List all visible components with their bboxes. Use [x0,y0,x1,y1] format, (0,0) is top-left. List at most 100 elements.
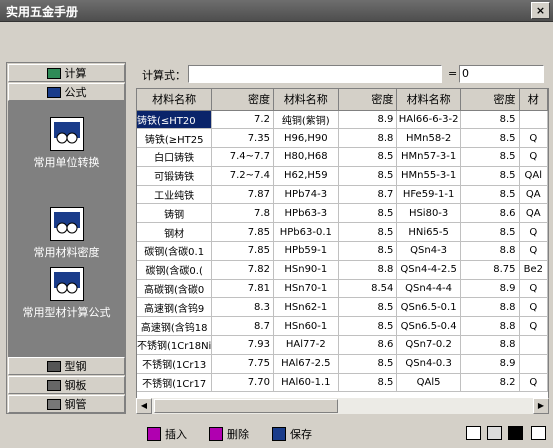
table-cell[interactable]: HAl60-1.1 [273,373,339,393]
table-row[interactable]: 可锻铸铁 7.2~7.4 H62,H59 8.5 HMn55-3-1 8.5 QAl [137,166,548,186]
table-row[interactable]: 不锈钢(1Cr18Ni 7.93 HAl77-2 8.6 QSn7-0.2 8.8 [137,335,548,355]
table-cell[interactable]: 8.5 [460,166,520,186]
table-cell[interactable]: HAl66-6-3-2 [396,110,461,130]
table-row[interactable]: 碳钢(含碳0.1 7.85 HPb59-1 8.5 QSn4-3 8.8 Q [137,241,548,261]
table-cell[interactable]: HSn62-1 [273,297,339,318]
notes-icon[interactable] [531,426,546,440]
table-cell[interactable]: 7.93 [211,335,274,355]
table-cell[interactable]: HPb59-1 [273,241,339,261]
table-cell[interactable]: Q [519,241,548,261]
sidebar-formula-button[interactable]: 公式 [8,83,125,101]
table-cell[interactable]: 7.82 [211,260,274,280]
table-cell[interactable]: 8.5 [338,241,398,261]
column-header[interactable]: 密度 [211,89,274,111]
delete-button[interactable]: 删除 [209,426,249,442]
copy-icon[interactable] [466,426,481,440]
table-cell[interactable]: HMn58-2 [396,128,461,149]
table-cell[interactable]: 8.2 [460,373,520,393]
table-cell[interactable]: QAl [519,166,548,186]
profile-formula-item[interactable]: 常用型材计算公式 [8,267,125,320]
table-row[interactable]: 铸铁(≤HT20 7.2 纯铜(紫铜) 8.9 HAl66-6-3-2 8.5 [137,110,548,130]
table-cell[interactable]: 8.5 [460,185,520,205]
table-cell[interactable]: 铸铁(≥HT25 [137,128,213,149]
table-cell[interactable]: HSn90-1 [273,260,339,280]
table-cell[interactable]: Q [519,147,548,167]
formula-input[interactable] [188,65,442,83]
table-row[interactable]: 高速钢(含钨18 8.7 HSn60-1 8.5 QSn6.5-0.4 8.8 Q [137,316,548,337]
column-header[interactable]: 材料名称 [396,89,461,111]
table-row[interactable]: 不锈钢(1Cr17 7.70 HAl60-1.1 8.5 QAl5 8.2 Q [137,373,548,393]
table-cell[interactable]: 铸钢 [137,203,213,224]
table-row[interactable]: 不锈钢(1Cr13 7.75 HAl67-2.5 8.5 QSn4-0.3 8.9 [137,354,548,374]
lock-icon[interactable] [508,426,523,440]
table-cell[interactable]: 高速钢(含钨18 [137,316,213,337]
table-cell[interactable]: 7.75 [211,354,274,374]
table-cell[interactable]: 碳钢(含碳0.( [137,260,213,280]
column-header[interactable]: 密度 [460,89,520,111]
table-cell[interactable]: HSn70-1 [273,279,339,299]
table-row[interactable]: 工业纯铁 7.87 HPb74-3 8.7 HFe59-1-1 8.5 QA [137,185,548,205]
table-cell[interactable]: Q [519,222,548,243]
table-cell[interactable]: 不锈钢(1Cr17 [137,373,213,393]
table-row[interactable]: 碳钢(含碳0.(7.82 HSn90-1 8.8 QSn4-4-2.5 8.75 Be2 [137,260,548,280]
table-cell[interactable]: QSn7-0.2 [396,335,461,355]
table-cell[interactable]: 8.3 [211,297,274,318]
table-cell[interactable]: QSn6.5-0.1 [396,297,461,318]
table-cell[interactable]: 工业纯铁 [137,185,213,205]
table-cell[interactable]: 7.35 [211,128,274,149]
table-cell[interactable]: QSn4-0.3 [396,354,461,374]
scroll-left-button[interactable]: ◀ [136,398,152,414]
table-cell[interactable]: 7.85 [211,241,274,261]
table-cell[interactable]: HNi65-5 [396,222,461,243]
close-button[interactable]: × [531,2,550,19]
table-row[interactable]: 铸铁(≥HT25 7.35 H96,H90 8.8 HMn58-2 8.5 Q [137,128,548,149]
table-cell[interactable]: 8.7 [338,185,398,205]
sidebar-calc-button[interactable]: 计算 [8,64,125,82]
table-cell[interactable]: 白口铸铁 [137,147,213,167]
scroll-thumb[interactable] [154,399,338,413]
table-cell[interactable]: HMn57-3-1 [396,147,461,167]
column-header[interactable]: 材料名称 [137,89,213,111]
table-cell[interactable]: 铸铁(≤HT20 [137,110,213,130]
save-button[interactable]: 保存 [272,426,312,442]
table-cell[interactable]: 8.5 [338,166,398,186]
result-field[interactable]: 0 [459,65,544,83]
table-cell[interactable]: 可锻铸铁 [137,166,213,186]
table-cell[interactable]: 8.5 [460,222,520,243]
table-cell[interactable]: 8.8 [460,297,520,318]
table-cell[interactable]: Q [519,297,548,318]
table-cell[interactable]: 8.6 [460,203,520,224]
table-cell[interactable]: 7.85 [211,222,274,243]
table-cell[interactable]: 8.6 [338,335,398,355]
table-cell[interactable]: 8.5 [338,316,398,337]
table-cell[interactable]: QSn4-4-4 [396,279,461,299]
table-cell[interactable]: 7.81 [211,279,274,299]
table-cell[interactable]: QA [519,185,548,205]
table-cell[interactable]: 高碳钢(含碳0 [137,279,213,299]
horizontal-scrollbar[interactable]: ◀ ▶ [136,398,549,414]
column-header[interactable]: 材料名称 [273,89,339,111]
table-cell[interactable]: 纯铜(紫铜) [273,110,339,130]
table-cell[interactable]: 8.5 [338,203,398,224]
table-cell[interactable]: 8.8 [460,335,520,355]
table-cell[interactable]: 8.5 [460,128,520,149]
sidebar-section-steel-button[interactable]: 型钢 [8,357,125,375]
table-cell[interactable]: 7.70 [211,373,274,393]
table-cell[interactable]: Q [519,279,548,299]
scroll-right-button[interactable]: ▶ [533,398,549,414]
table-cell[interactable]: 7.4~7.7 [211,147,274,167]
table-cell[interactable]: QSn6.5-0.4 [396,316,461,337]
table-cell[interactable]: 8.9 [460,279,520,299]
table-cell[interactable]: HMn55-3-1 [396,166,461,186]
table-cell[interactable]: 8.8 [460,316,520,337]
table-cell[interactable]: 7.2 [211,110,274,130]
table-cell[interactable]: 7.87 [211,185,274,205]
table-cell[interactable]: 7.2~7.4 [211,166,274,186]
table-cell[interactable]: QAl5 [396,373,461,393]
table-cell[interactable]: 8.5 [338,373,398,393]
table-cell[interactable]: 8.5 [338,222,398,243]
table-cell[interactable]: 8.7 [211,316,274,337]
table-cell[interactable]: 8.5 [460,147,520,167]
column-header[interactable]: 密度 [338,89,398,111]
table-cell[interactable] [519,110,548,130]
